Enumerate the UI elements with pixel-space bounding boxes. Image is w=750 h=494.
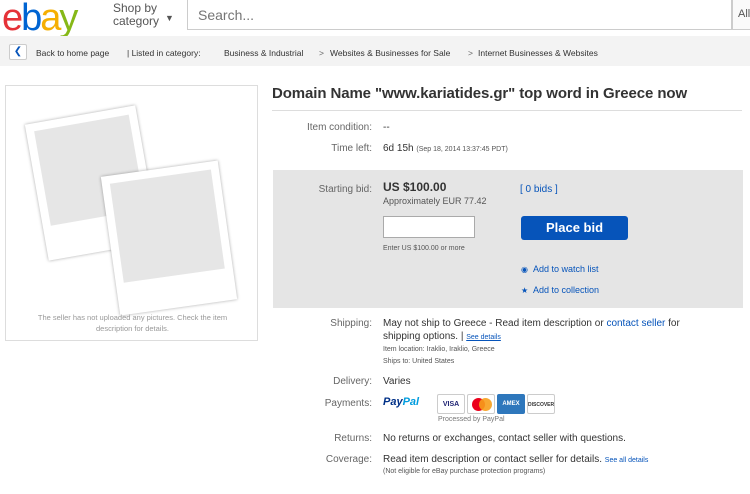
end-date: (Sep 18, 2014 13:37:45 PDT) [416, 146, 508, 153]
see-all-details-link[interactable]: See all details [605, 457, 649, 464]
coverage-note: (Not eligible for eBay purchase protecti… [383, 468, 546, 475]
item-location: Item location: Iraklio, Iraklio, Greece [383, 346, 495, 353]
mastercard-icon [467, 394, 495, 414]
bid-count-link[interactable]: [ 0 bids ] [520, 184, 558, 195]
time-left-value: 6d 15h (Sep 18, 2014 13:37:45 PDT) [383, 143, 508, 154]
no-pictures-note: The seller has not uploaded any pictures… [37, 313, 228, 333]
breadcrumb-item-business-industrial[interactable]: Business & Industrial [224, 48, 303, 58]
approx-price: Approximately EUR 77.42 [383, 196, 487, 206]
place-bid-button[interactable]: Place bid [521, 216, 628, 240]
starting-bid-label: Starting bid: [318, 184, 372, 195]
coverage-label: Coverage: [325, 454, 372, 465]
breadcrumb-separator: > [319, 48, 324, 58]
eye-icon: ◉ [521, 265, 528, 274]
back-to-home-link[interactable]: Back to home page [36, 48, 109, 58]
bid-box: Starting bid: US $100.00 Approximately E… [273, 170, 743, 308]
shipping-line-2: shipping options. | See details [383, 331, 501, 342]
returns-label: Returns: [334, 433, 372, 444]
starting-bid-price: US $100.00 [383, 180, 447, 194]
header: ebay Shop by category ▼ All [0, 0, 750, 38]
back-arrow-icon[interactable]: ❮ [9, 44, 27, 60]
shipping-label: Shipping: [330, 318, 372, 329]
add-to-watch-list-link[interactable]: ◉ Add to watch list [521, 264, 599, 274]
star-icon: ★ [521, 286, 529, 295]
discover-icon: DISCOVER [527, 394, 555, 414]
breadcrumb: ❮ Back to home page | Listed in category… [0, 36, 750, 66]
chevron-down-icon: ▼ [165, 13, 174, 23]
payments-label: Payments: [324, 398, 372, 409]
item-title: Domain Name "www.kariatides.gr" top word… [272, 85, 688, 102]
returns-value: No returns or exchanges, contact seller … [383, 433, 626, 444]
contact-seller-link[interactable]: contact seller [606, 318, 665, 329]
visa-icon: VISA [437, 394, 465, 414]
bid-amount-input[interactable] [383, 216, 475, 238]
shop-by-category-button[interactable]: Shop by category ▼ [113, 2, 174, 28]
coverage-value: Read item description or contact seller … [383, 454, 649, 465]
breadcrumb-item-websites-businesses[interactable]: Websites & Businesses for Sale [330, 48, 450, 58]
ebay-logo[interactable]: ebay [2, 0, 78, 38]
paypal-logo: PayPal [383, 396, 420, 408]
delivery-label: Delivery: [333, 376, 372, 387]
processed-by-paypal: Processed by PayPal [438, 416, 505, 423]
item-condition-value: -- [383, 122, 390, 133]
item-condition-label: Item condition: [306, 122, 372, 133]
breadcrumb-item-internet-businesses[interactable]: Internet Businesses & Websites [478, 48, 598, 58]
amex-icon: AMEX [497, 394, 525, 414]
add-to-collection-link[interactable]: ★ Add to collection [521, 285, 599, 295]
divider [272, 110, 742, 111]
breadcrumb-separator: > [468, 48, 473, 58]
delivery-value: Varies [383, 376, 411, 387]
item-image-panel: The seller has not uploaded any pictures… [5, 85, 258, 341]
time-left-label: Time left: [331, 143, 372, 154]
ships-to: Ships to: United States [383, 358, 455, 365]
see-details-link[interactable]: See details [466, 334, 501, 341]
listed-in-label: | Listed in category: [127, 48, 201, 58]
bid-hint: Enter US $100.00 or more [383, 245, 465, 252]
search-input[interactable] [198, 6, 718, 24]
placeholder-photo-icon [100, 160, 238, 316]
all-categories-select[interactable]: All [732, 0, 750, 30]
search-box [187, 0, 732, 30]
shipping-line-1: May not ship to Greece - Read item descr… [383, 318, 680, 329]
